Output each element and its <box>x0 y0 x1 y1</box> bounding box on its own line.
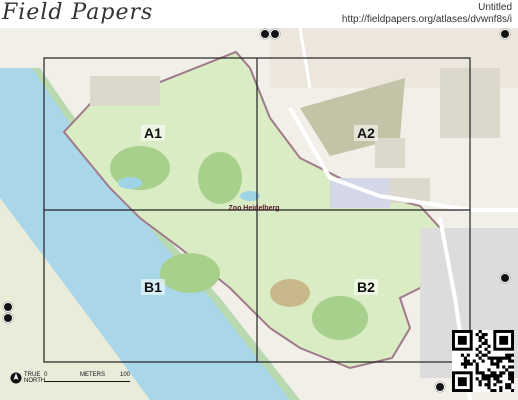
zoo-label: Zoo Heidelberg <box>229 205 280 212</box>
map-canvas: Zoo Heidelberg <box>0 28 518 400</box>
map-marker-icon[interactable] <box>3 302 13 312</box>
north-arrow-icon <box>10 372 22 384</box>
atlas-title: Untitled <box>478 2 512 13</box>
sand-area <box>270 279 310 307</box>
building <box>90 76 160 106</box>
map-area[interactable]: Zoo Heidelberg A1 A2 B1 B2 <box>0 28 518 400</box>
grid-cell-b1-label: B1 <box>141 279 165 295</box>
scale-zero: 0 <box>44 372 48 378</box>
scale-line <box>44 381 130 382</box>
park <box>312 296 368 340</box>
park <box>160 253 220 293</box>
grid-cell-b2-label: B2 <box>354 279 378 295</box>
grid-cell-a2-label: A2 <box>354 125 378 141</box>
map-marker-icon[interactable] <box>3 313 13 323</box>
field-papers-logo: Field Papers <box>2 0 154 25</box>
pond <box>118 177 142 189</box>
page-header: Field Papers Untitled http://fieldpapers… <box>0 0 518 28</box>
map-marker-icon[interactable] <box>500 29 510 39</box>
qr-code <box>452 330 515 393</box>
map-marker-icon[interactable] <box>435 382 445 392</box>
park <box>198 152 242 204</box>
map-marker-icon[interactable] <box>260 29 270 39</box>
building <box>375 138 405 168</box>
scale-max: 100 <box>120 372 131 378</box>
map-marker-icon[interactable] <box>500 273 510 283</box>
scale-unit: METERS <box>80 372 106 378</box>
map-marker-icon[interactable] <box>270 29 280 39</box>
true-north-label: TRUE NORTH <box>24 372 46 384</box>
atlas-url[interactable]: http://fieldpapers.org/atlases/dvwnf8s/i <box>342 14 512 25</box>
grid-cell-a1-label: A1 <box>141 125 165 141</box>
scale-bar: TRUE NORTH 0 METERS 100 <box>10 372 130 390</box>
